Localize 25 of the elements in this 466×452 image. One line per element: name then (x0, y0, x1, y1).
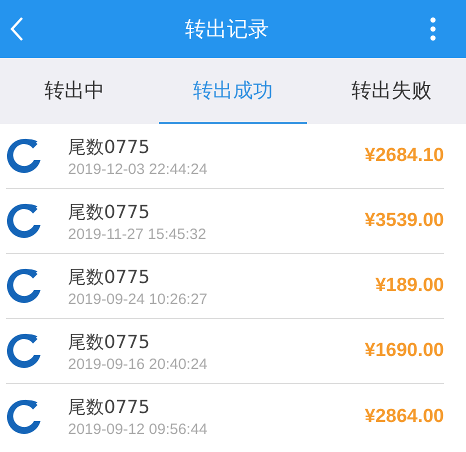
amount: ¥3539.00 (364, 210, 444, 232)
record-time: 2019-12-03 22:44:24 (68, 160, 208, 178)
tab[interactable]: 转出中 (0, 58, 149, 124)
amount: ¥189.00 (375, 275, 444, 297)
record-time: 2019-09-24 10:26:27 (68, 290, 208, 308)
record-time: 2019-11-27 15:45:32 (68, 226, 208, 242)
bank-logo-icon (6, 268, 42, 304)
more-menu-icon[interactable] (430, 17, 436, 41)
back-icon[interactable] (10, 16, 24, 42)
bank-logo-icon (6, 203, 42, 239)
account-label: 尾数0775 (68, 266, 151, 288)
account-label: 尾数0775 (68, 330, 151, 354)
record-time: 2019-09-12 09:56:44 (68, 421, 208, 438)
bank-logo-icon (6, 333, 42, 369)
amount: ¥2864.00 (364, 406, 444, 428)
record-time: 2019-09-16 20:40:24 (68, 356, 208, 372)
amount: ¥2684.10 (364, 145, 444, 167)
page-title: 转出记录 (185, 16, 269, 43)
bank-logo-icon (6, 398, 42, 434)
bank-logo-icon (6, 138, 42, 174)
account-label: 尾数0775 (68, 396, 151, 419)
account-label: 尾数0775 (68, 200, 151, 224)
tab[interactable]: 转出失败 (317, 58, 466, 124)
amount: ¥1690.00 (364, 340, 444, 362)
account-label: 尾数0775 (68, 136, 151, 158)
